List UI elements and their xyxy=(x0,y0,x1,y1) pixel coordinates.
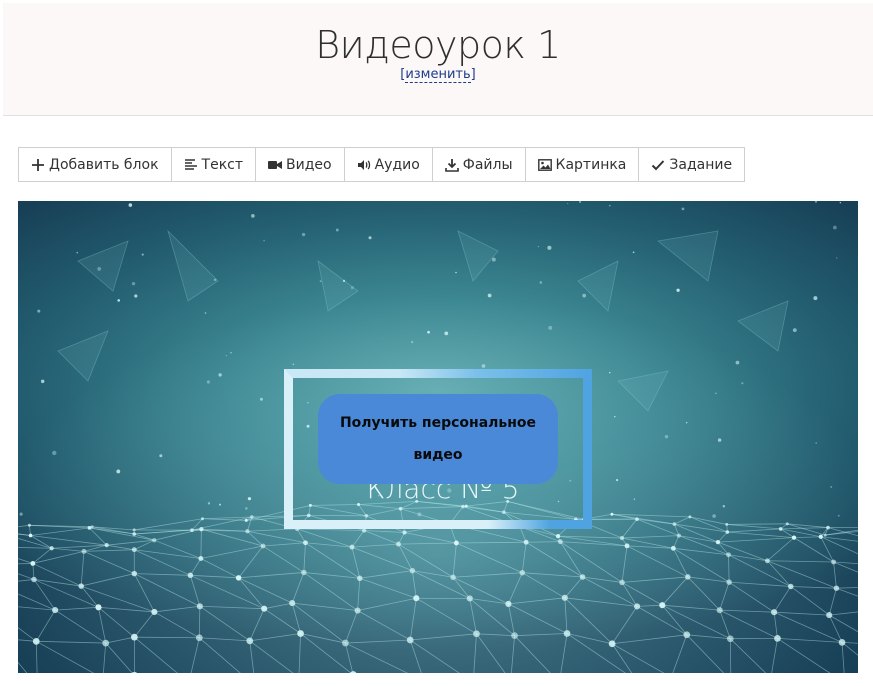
video-player[interactable]: Класс № 5 Получить персональное видео xyxy=(18,201,858,673)
video-label: Видео xyxy=(286,156,332,173)
audio-label: Аудио xyxy=(374,156,420,173)
add-block-label: Добавить блок xyxy=(49,156,159,173)
task-button[interactable]: Задание xyxy=(639,148,744,181)
files-label: Файлы xyxy=(462,156,513,173)
rename-bracket-close: ] xyxy=(470,67,476,82)
lesson-header: Видеоурок 1 [изменить] xyxy=(3,3,873,116)
image-icon xyxy=(537,158,552,171)
text-align-icon xyxy=(184,158,197,170)
files-button[interactable]: Файлы xyxy=(433,148,526,181)
add-block-button[interactable]: Добавить блок xyxy=(19,148,172,181)
video-camera-icon xyxy=(268,160,283,169)
picture-button[interactable]: Картинка xyxy=(526,148,640,181)
rename-link[interactable]: изменить xyxy=(405,67,471,83)
download-icon xyxy=(444,158,459,172)
text-button[interactable]: Текст xyxy=(172,148,257,181)
picture-label: Картинка xyxy=(555,156,627,173)
page-title: Видеоурок 1 xyxy=(315,23,561,67)
personal-video-button[interactable]: Получить персональное видео xyxy=(318,394,558,484)
plus-icon xyxy=(32,158,44,171)
text-label: Текст xyxy=(201,156,244,173)
block-toolbar: Добавить блок Текст Видео Аудио Файлы Ка… xyxy=(18,147,746,182)
check-icon xyxy=(652,159,665,170)
rename-control: [изменить] xyxy=(3,67,873,83)
video-button[interactable]: Видео xyxy=(256,148,345,181)
volume-icon xyxy=(357,159,370,170)
audio-button[interactable]: Аудио xyxy=(345,148,433,181)
task-label: Задание xyxy=(669,156,733,173)
frame-accent-top xyxy=(398,369,592,378)
frame-accent-bottom xyxy=(488,520,592,529)
